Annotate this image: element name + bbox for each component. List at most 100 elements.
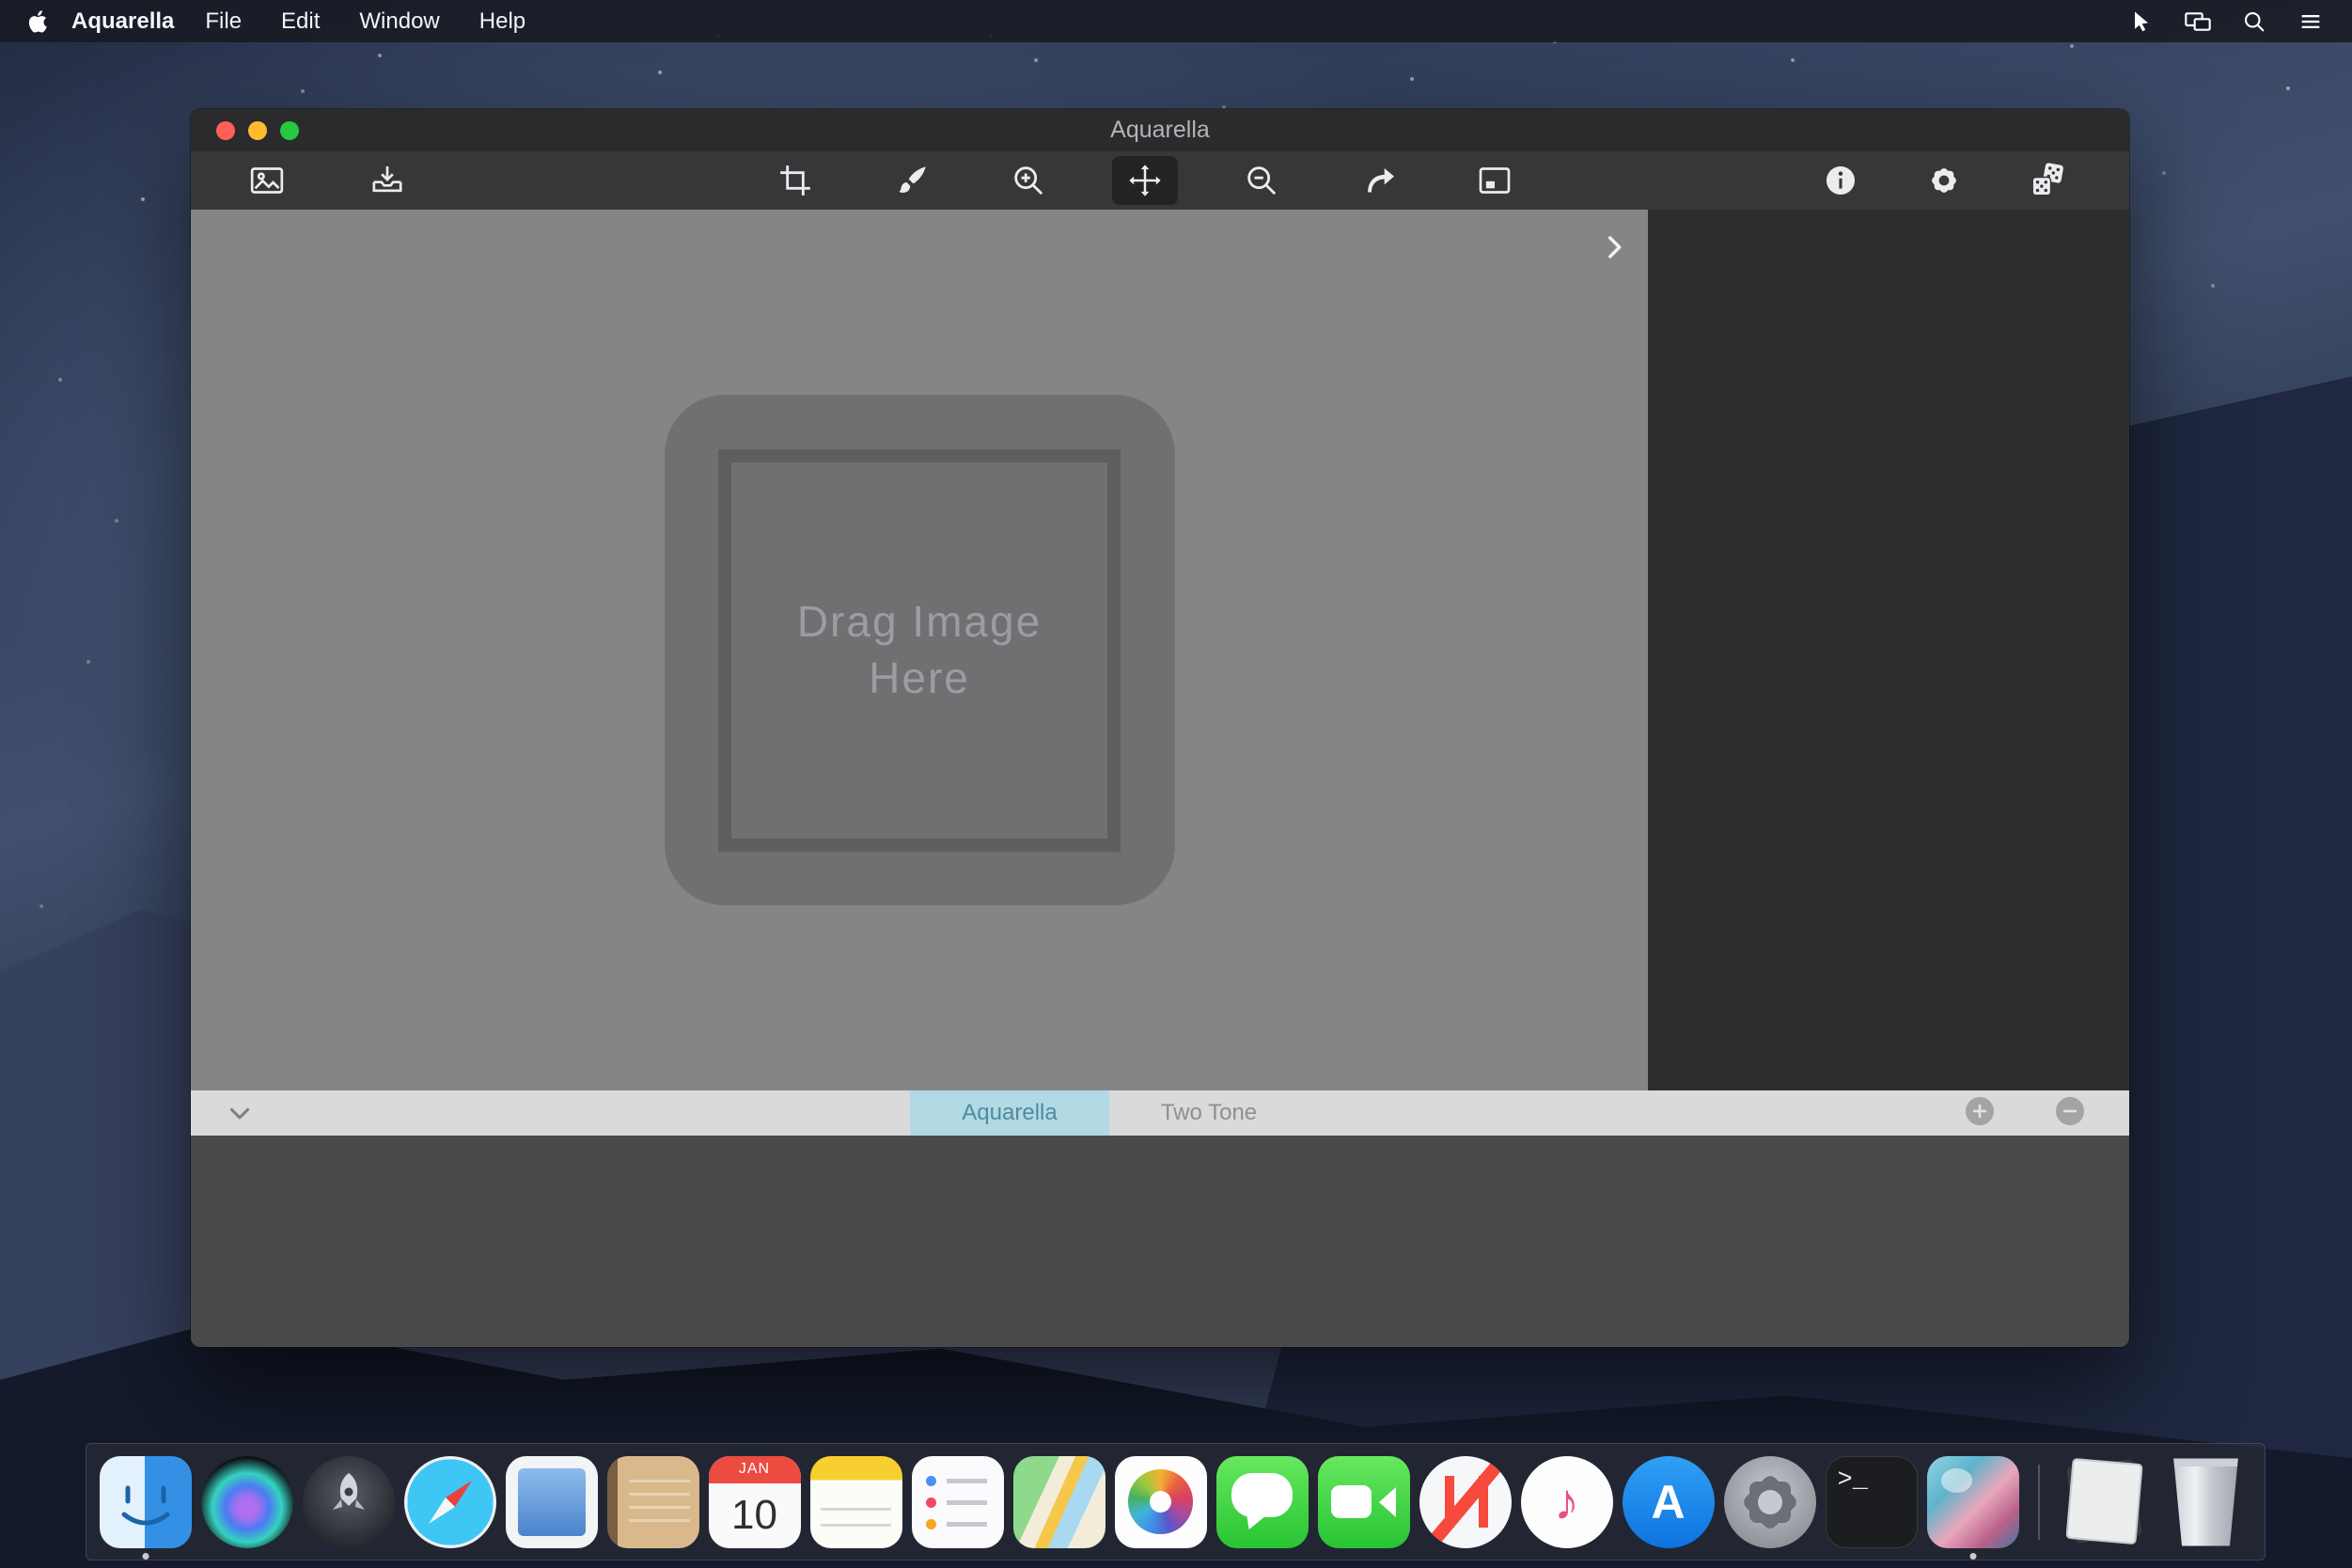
image-canvas[interactable]: Drag Image Here [191, 210, 1648, 1090]
zoom-button[interactable] [280, 121, 299, 140]
reminders-icon [912, 1456, 1004, 1548]
tab-aquarella[interactable]: Aquarella [910, 1090, 1109, 1136]
dock-item-reminders[interactable] [912, 1456, 1004, 1548]
redo-icon[interactable] [1345, 156, 1411, 205]
dock-item-news[interactable] [1419, 1456, 1512, 1548]
trash-icon [2160, 1456, 2252, 1548]
pointer-icon[interactable] [2126, 7, 2156, 37]
photos-icon [1115, 1456, 1207, 1548]
randomize-icon[interactable] [2015, 156, 2080, 205]
close-button[interactable] [216, 121, 235, 140]
displays-icon[interactable] [2183, 7, 2213, 37]
drop-placeholder-line1: Drag Image [797, 594, 1042, 651]
dock-item-launchpad[interactable] [303, 1456, 395, 1548]
dock-item-app-store[interactable]: A [1623, 1456, 1715, 1548]
remove-filter-button[interactable] [2054, 1095, 2086, 1132]
dock-item-terminal[interactable]: >_ [1826, 1456, 1918, 1548]
mail-icon [506, 1456, 598, 1548]
apple-menu-icon[interactable] [19, 8, 58, 36]
dock-item-facetime[interactable] [1318, 1456, 1410, 1548]
dock-item-itunes[interactable]: ♪ [1521, 1456, 1613, 1548]
toolbar [191, 151, 2129, 210]
menu-window[interactable]: Window [339, 8, 459, 35]
dock-separator [2038, 1465, 2040, 1540]
menu-edit[interactable]: Edit [261, 8, 339, 35]
menu-bar: Aquarella File Edit Window Help [0, 0, 2352, 42]
info-icon[interactable] [1808, 156, 1874, 205]
frame-icon[interactable] [1462, 156, 1528, 205]
tab-two-tone[interactable]: Two Tone [1109, 1090, 1309, 1136]
dock-item-mail[interactable] [506, 1456, 598, 1548]
minimize-button[interactable] [248, 121, 267, 140]
dock-item-siri[interactable] [201, 1456, 293, 1548]
maps-icon [1013, 1456, 1105, 1548]
app-store-glyph: A [1651, 1475, 1685, 1529]
dock-item-trash[interactable] [2160, 1456, 2252, 1548]
thumbnail-panel [191, 1136, 2129, 1347]
dock-item-safari[interactable] [404, 1456, 496, 1548]
traffic-lights [216, 109, 299, 151]
app-window: Aquarella [191, 109, 2129, 1347]
dock-item-maps[interactable] [1013, 1456, 1105, 1548]
zoom-in-icon[interactable] [996, 156, 1061, 205]
itunes-icon: ♪ [1521, 1456, 1613, 1548]
toolbar-center-group [762, 151, 1528, 210]
news-icon [1419, 1456, 1512, 1548]
toolbar-right-group [1808, 151, 2080, 210]
dock-item-finder[interactable] [100, 1456, 192, 1548]
drop-placeholder-line2: Here [869, 651, 970, 707]
import-icon[interactable] [354, 156, 420, 205]
filter-actions [1964, 1090, 2086, 1136]
add-filter-button[interactable] [1964, 1095, 1996, 1132]
dock-item-contacts[interactable] [607, 1456, 699, 1548]
dock-item-notes[interactable] [810, 1456, 902, 1548]
move-icon[interactable] [1112, 156, 1178, 205]
settings-icon[interactable] [1911, 156, 1977, 205]
presets-sidebar [1648, 210, 2129, 1090]
toolbar-left-group [234, 151, 420, 210]
contacts-icon [607, 1456, 699, 1548]
menu-status-area [2126, 7, 2326, 37]
dock-item-messages[interactable] [1216, 1456, 1309, 1548]
system-preferences-icon [1724, 1456, 1816, 1548]
finder-icon [100, 1456, 192, 1548]
dock-item-aquarella[interactable] [1927, 1456, 2019, 1548]
chevron-down-icon[interactable] [219, 1090, 260, 1136]
window-titlebar[interactable]: Aquarella [191, 109, 2129, 151]
chevron-right-icon[interactable] [1595, 228, 1633, 266]
terminal-prompt-glyph: >_ [1838, 1466, 1868, 1495]
launchpad-icon [303, 1456, 395, 1548]
search-icon[interactable] [2239, 7, 2269, 37]
menu-app-name[interactable]: Aquarella [71, 8, 174, 35]
safari-icon [404, 1456, 496, 1548]
downloads-stack-icon [2059, 1456, 2151, 1548]
window-title: Aquarella [1110, 117, 1210, 144]
dock-item-calendar[interactable]: JAN 10 [709, 1456, 801, 1548]
menu-file[interactable]: File [185, 8, 261, 35]
dock-item-photos[interactable] [1115, 1456, 1207, 1548]
drop-zone-frame: Drag Image Here [718, 449, 1121, 852]
itunes-note-glyph: ♪ [1554, 1473, 1579, 1531]
siri-icon [201, 1456, 293, 1548]
menu-help[interactable]: Help [460, 8, 545, 35]
messages-icon [1216, 1456, 1309, 1548]
filter-tabs: Aquarella Two Tone [910, 1090, 1309, 1136]
calendar-month: JAN [709, 1456, 801, 1483]
dock-item-downloads[interactable] [2059, 1456, 2151, 1548]
notes-icon [810, 1456, 902, 1548]
calendar-icon: JAN 10 [709, 1456, 801, 1548]
photo-library-icon[interactable] [234, 156, 300, 205]
crop-icon[interactable] [762, 156, 828, 205]
switcher-icon[interactable] [2296, 7, 2326, 37]
terminal-icon: >_ [1826, 1456, 1918, 1548]
aquarella-app-icon [1927, 1456, 2019, 1548]
facetime-icon [1318, 1456, 1410, 1548]
zoom-out-icon[interactable] [1229, 156, 1294, 205]
drop-zone[interactable]: Drag Image Here [665, 395, 1175, 905]
filter-bar: Aquarella Two Tone [191, 1090, 2129, 1136]
workspace: Drag Image Here [191, 210, 2129, 1090]
calendar-day: 10 [709, 1483, 801, 1548]
brush-icon[interactable] [879, 156, 945, 205]
desktop-screen: Aquarella File Edit Window Help [0, 0, 2352, 1568]
dock-item-system-preferences[interactable] [1724, 1456, 1816, 1548]
